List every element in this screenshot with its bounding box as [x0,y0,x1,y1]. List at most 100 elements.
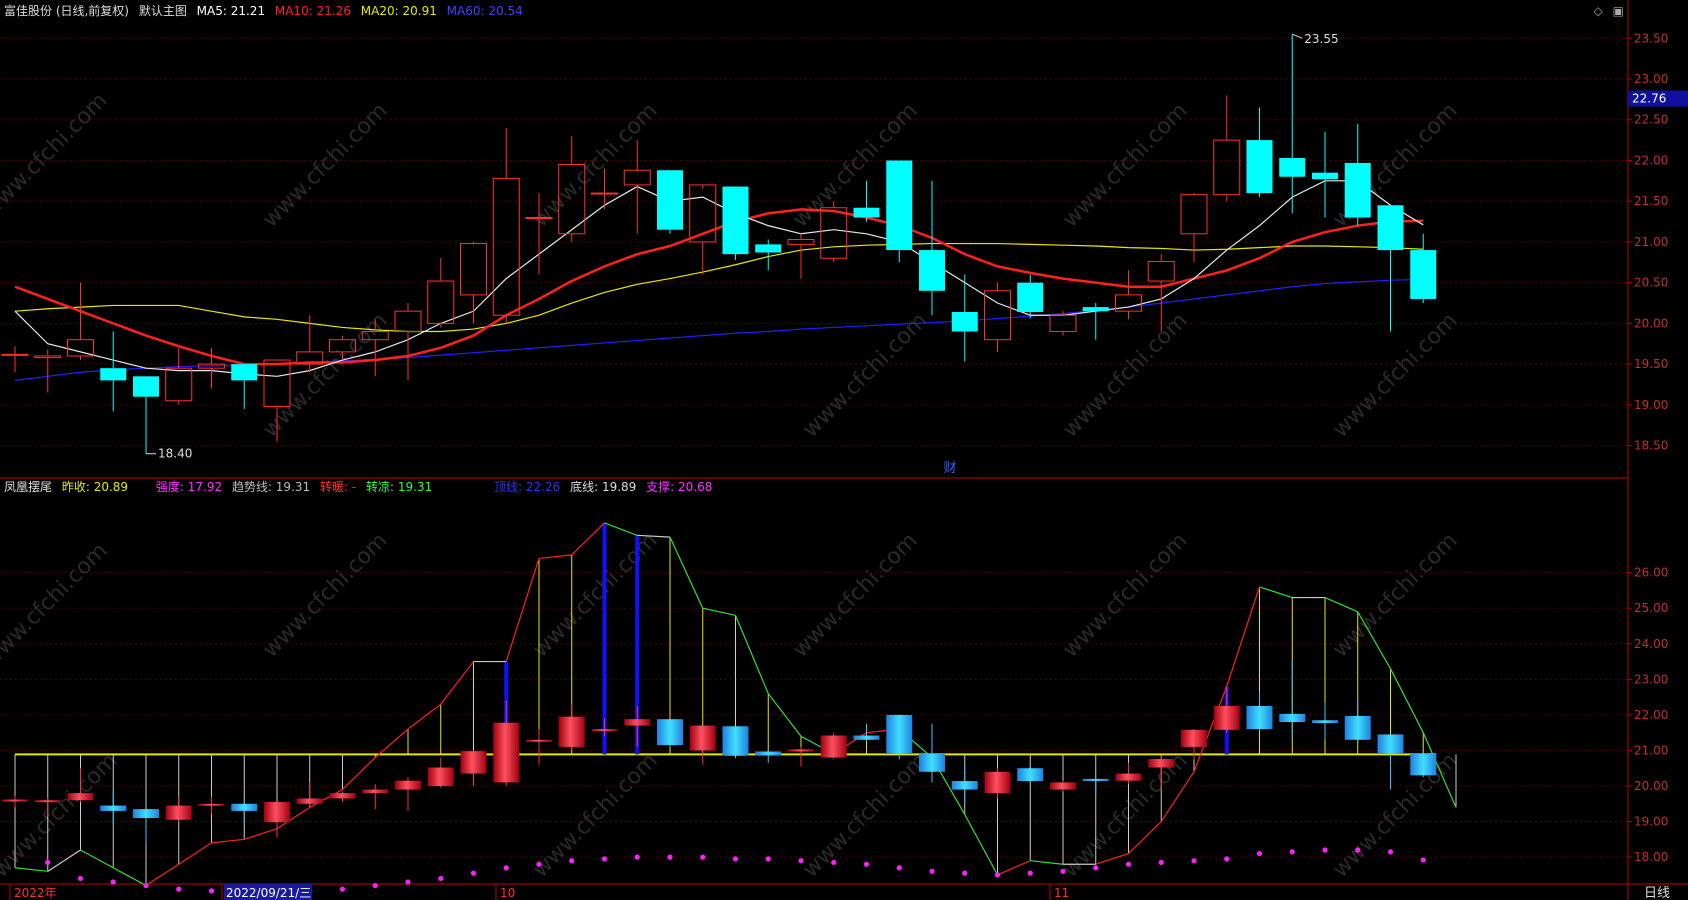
strength-dot [176,886,182,892]
sub-candle-body [1312,720,1338,724]
candle-body [1147,260,1175,282]
sub-candle-body [689,725,716,751]
main-tick-label: 21.00 [1634,235,1668,249]
sub-candle-body [460,751,487,774]
strength-dot [569,858,575,864]
high-marker-arrow [1292,33,1303,39]
candle-body [1082,307,1109,312]
main-tick-label: 22.00 [1634,153,1668,167]
sub-candle-body [133,809,159,818]
sub-candle-body [1246,706,1273,730]
trend-segment [112,867,147,887]
watermark-text: www.cfchi.com [1058,748,1192,882]
watermark-text: www.cfchi.com [1328,308,1462,442]
stock-title[interactable]: 富佳股份 (日线,前复权) [4,4,129,18]
candle-body [820,207,848,259]
main-tick-label: 20.00 [1634,316,1668,330]
sub-candle-body [919,754,945,772]
trend-segment [407,703,442,730]
sub-candle-body [1344,715,1371,740]
time-axis-label: 11 [1054,886,1069,900]
main-tick-label: 19.00 [1634,398,1668,412]
template-label[interactable]: 默认主图 [139,4,187,18]
strength-dot [503,865,509,871]
watermark-text: www.cfchi.com [0,88,113,222]
candle-body [1246,140,1273,194]
strength-dot [536,861,542,867]
sub-candle-body [820,735,847,758]
main-tick-label: 21.50 [1634,194,1668,208]
candle-body [1,353,29,356]
candle-body [34,355,62,359]
strength-dot [765,856,771,862]
prev-close-value: 昨收: 20.89 [61,480,129,494]
time-axis-label: 10 [500,886,515,900]
strength-dot [831,859,837,866]
sub-candle-body [1181,729,1207,747]
main-chart-header: 富佳股份 (日线,前复权) 默认主图 MA5: 21.21 MA10: 21.2… [0,0,529,22]
strength-dot [667,854,673,860]
trend-segment [80,849,114,869]
candle-body [1279,158,1306,177]
candle-body [394,310,422,333]
trend-segment [1259,586,1293,599]
ma20-line [14,242,1424,333]
strength-dot [438,875,444,882]
strength-dot [863,861,870,867]
sub-candle-body [1082,778,1109,781]
candle-body [951,311,978,332]
strength-dot [1060,868,1066,874]
sub-tick-label: 23.00 [1634,672,1668,686]
sub-candle-body [755,751,782,756]
strength-dot [1355,847,1361,853]
sub-tick-label: 19.00 [1634,815,1668,829]
strength-dot [1387,849,1394,855]
sub-candle-body [427,767,454,786]
sub-candle-body [2,799,28,802]
strength-dot [372,882,378,889]
sub-candle-body [362,789,389,794]
strength-dot [1224,856,1230,862]
strength-dot [634,854,640,860]
candle-body [67,339,94,357]
sub-candle-body [264,802,290,823]
ma10-value: MA10: 21.26 [274,4,351,18]
window-controls: ◇ ▣ [1594,4,1624,18]
sub-tick-label: 24.00 [1634,637,1668,651]
strength-dot [896,865,902,871]
strength-dot [1158,859,1164,866]
sub-candle-body [886,714,913,754]
strength-value: 强度: 17.92 [155,480,223,494]
candle-body [492,177,520,316]
period-label: 日线 [1644,886,1670,900]
candle-body [1180,194,1208,235]
strength-dot [143,882,149,889]
candle-body [853,207,880,218]
trend-segment [538,554,572,560]
trend-segment [47,849,81,872]
ma5-value: MA5: 21.21 [196,4,266,18]
candle-body [657,170,683,230]
candle-body [100,368,127,381]
strength-dot [110,879,116,885]
ma10-line [14,208,1424,366]
sub-candle-body [984,771,1011,794]
watermark-text: www.cfchi.com [528,748,662,882]
candle-body [1344,162,1371,218]
strength-dot [1256,850,1263,857]
strength-dot [700,854,706,860]
restore-icon[interactable]: ▣ [1613,4,1624,18]
candle-body [623,169,651,186]
watermark-text: www.cfchi.com [1058,98,1192,232]
strength-dot [1027,870,1033,876]
indicator-name[interactable]: 凤凰摆尾 [4,480,52,494]
trend-segment [571,522,605,556]
time-axis-label: 2022年 [14,886,57,900]
main-tick-label: 19.50 [1634,357,1668,371]
turn-cool-value: 转凉: 19.31 [366,480,433,494]
sub-candle-body [1050,782,1076,790]
diamond-icon[interactable]: ◇ [1594,4,1603,18]
low-marker-label: 18.40 [158,447,192,461]
main-tick-label: 23.00 [1634,72,1668,86]
high-marker-label: 23.55 [1304,32,1338,46]
